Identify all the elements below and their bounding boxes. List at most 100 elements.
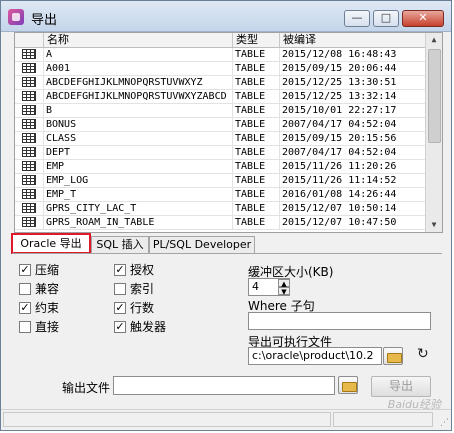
export-button[interactable]: 导出: [371, 376, 431, 397]
table-row[interactable]: ABCDEFGHIJKLMNOPQRSTUVWXYZ TABLE 2015/12/2…: [15, 76, 426, 90]
row-type-cell[interactable]: TABLE: [233, 146, 280, 159]
table-row[interactable]: A001 TABLE 2015/09/15 20:06:44: [15, 62, 426, 76]
row-compiled-cell[interactable]: 2015/11/26 11:14:52: [280, 174, 426, 187]
table-row[interactable]: ABCDEFGHIJKLMNOPQRSTUVWXYZABCD TABLE 2015/…: [15, 90, 426, 104]
table-row[interactable]: EMP_LOG TABLE 2015/11/26 11:14:52: [15, 174, 426, 188]
row-name-cell[interactable]: ABCDEFGHIJKLMNOPQRSTUVWXYZABCD: [44, 90, 233, 103]
export-executable-input[interactable]: c:\oracle\product\10.2: [248, 347, 382, 365]
row-compiled-cell[interactable]: 2015/12/07 10:47:50: [280, 216, 426, 229]
column-header-type[interactable]: 类型: [233, 33, 280, 47]
scroll-thumb[interactable]: [428, 49, 441, 143]
row-type-cell[interactable]: TABLE: [233, 104, 280, 117]
table-row[interactable]: DEPT TABLE 2007/04/17 04:52:04: [15, 146, 426, 160]
row-compiled-cell[interactable]: 2015/12/25 13:30:51: [280, 76, 426, 89]
grants-check-icon[interactable]: ✓: [114, 264, 126, 276]
spin-up-icon[interactable]: ▲: [278, 279, 290, 288]
table-icon: [22, 203, 36, 213]
row-icon-cell: [15, 188, 44, 201]
indexes-check-icon[interactable]: [114, 283, 126, 295]
table-row[interactable]: BONUS TABLE 2007/04/17 04:52:04: [15, 118, 426, 132]
table-row[interactable]: EMP_T TABLE 2016/01/08 14:26:44: [15, 188, 426, 202]
row-type-cell[interactable]: TABLE: [233, 90, 280, 103]
compatible-label: 兼容: [35, 282, 60, 296]
close-button[interactable]: ✕: [402, 10, 444, 27]
tab-plsql-developer[interactable]: PL/SQL Developer: [149, 236, 255, 253]
row-type-cell[interactable]: TABLE: [233, 216, 280, 229]
row-compiled-cell[interactable]: 2015/09/15 20:06:44: [280, 62, 426, 75]
table-row[interactable]: GPRS_ROAM_IN_TABLE TABLE 2015/12/07 10:47:…: [15, 216, 426, 230]
row-compiled-cell[interactable]: 2015/10/01 22:27:17: [280, 104, 426, 117]
row-name-cell[interactable]: B: [44, 104, 233, 117]
row-name-cell[interactable]: BONUS: [44, 118, 233, 131]
minimize-button[interactable]: —: [344, 10, 370, 27]
row-type-cell[interactable]: TABLE: [233, 188, 280, 201]
row-type-cell[interactable]: TABLE: [233, 48, 280, 61]
constraints-check-icon[interactable]: ✓: [19, 302, 31, 314]
row-icon-cell: [15, 90, 44, 103]
row-name-cell[interactable]: EMP_T: [44, 188, 233, 201]
compatible-check-icon[interactable]: [19, 283, 31, 295]
constraints-label: 约束: [35, 301, 60, 315]
grid-vertical-scrollbar[interactable]: ▲ ▼: [425, 33, 442, 232]
row-icon-cell: [15, 216, 44, 229]
row-compiled-cell[interactable]: 2015/09/15 20:15:56: [280, 132, 426, 145]
row-compiled-cell[interactable]: 2015/12/25 13:32:14: [280, 90, 426, 103]
column-header-compiled[interactable]: 被编译: [280, 33, 426, 47]
row-icon-cell: [15, 160, 44, 173]
row-compiled-cell[interactable]: 2015/12/07 10:50:14: [280, 202, 426, 215]
tab-sql-insert[interactable]: SQL 插入: [91, 236, 149, 253]
browse-output-folder-icon[interactable]: [338, 376, 358, 394]
row-name-cell[interactable]: GPRS_CITY_LAC_T: [44, 202, 233, 215]
table-row[interactable]: A TABLE 2015/12/08 16:48:43: [15, 48, 426, 62]
direct-check-icon[interactable]: [19, 321, 31, 333]
scroll-up-icon[interactable]: ▲: [426, 33, 442, 47]
rows-check-icon[interactable]: ✓: [114, 302, 126, 314]
table-row[interactable]: GPRS_CITY_LAC_T TABLE 2015/12/07 10:50:14: [15, 202, 426, 216]
row-type-cell[interactable]: TABLE: [233, 76, 280, 89]
row-type-cell[interactable]: TABLE: [233, 160, 280, 173]
row-name-cell[interactable]: A001: [44, 62, 233, 75]
export-window: 导出 — □ ✕ 名称 类型 被编译 A TABLE 2015/12/08 16:4…: [0, 0, 452, 431]
table-row[interactable]: EMP TABLE 2015/11/26 11:20:26: [15, 160, 426, 174]
row-icon-cell: [15, 132, 44, 145]
grid-header-icon-col: [15, 33, 44, 47]
row-compiled-cell[interactable]: 2016/01/08 14:26:44: [280, 188, 426, 201]
row-compiled-cell[interactable]: 2007/04/17 04:52:04: [280, 146, 426, 159]
compress-check-icon[interactable]: ✓: [19, 264, 31, 276]
table-icon: [22, 119, 36, 129]
row-type-cell[interactable]: TABLE: [233, 132, 280, 145]
maximize-button[interactable]: □: [373, 10, 399, 27]
resize-grip-icon[interactable]: ⋰: [440, 418, 449, 428]
table-row[interactable]: B TABLE 2015/10/01 22:27:17: [15, 104, 426, 118]
row-compiled-cell[interactable]: 2015/11/26 11:20:26: [280, 160, 426, 173]
row-compiled-cell[interactable]: 2007/04/17 04:52:04: [280, 118, 426, 131]
row-name-cell[interactable]: DEPT: [44, 146, 233, 159]
refresh-icon[interactable]: ↻: [417, 346, 429, 362]
browse-executable-folder-icon[interactable]: [383, 347, 403, 365]
row-name-cell[interactable]: EMP: [44, 160, 233, 173]
row-name-cell[interactable]: ABCDEFGHIJKLMNOPQRSTUVWXYZ: [44, 76, 233, 89]
row-name-cell[interactable]: CLASS: [44, 132, 233, 145]
table-icon: [22, 105, 36, 115]
row-name-cell[interactable]: A: [44, 48, 233, 61]
row-type-cell[interactable]: TABLE: [233, 174, 280, 187]
triggers-check-icon[interactable]: ✓: [114, 321, 126, 333]
row-icon-cell: [15, 48, 44, 61]
table-icon: [22, 217, 36, 227]
output-file-input[interactable]: [113, 376, 335, 395]
row-name-cell[interactable]: EMP_LOG: [44, 174, 233, 187]
row-compiled-cell[interactable]: 2015/12/08 16:48:43: [280, 48, 426, 61]
tab-oracle-export[interactable]: Oracle 导出: [11, 233, 91, 254]
object-grid[interactable]: 名称 类型 被编译 A TABLE 2015/12/08 16:48:43 A001 T…: [14, 32, 443, 233]
row-icon-cell: [15, 174, 44, 187]
spin-down-icon[interactable]: ▼: [278, 287, 290, 296]
row-type-cell[interactable]: TABLE: [233, 118, 280, 131]
column-header-name[interactable]: 名称: [44, 33, 233, 47]
where-clause-input[interactable]: [248, 312, 431, 330]
row-type-cell[interactable]: TABLE: [233, 202, 280, 215]
table-row[interactable]: CLASS TABLE 2015/09/15 20:15:56: [15, 132, 426, 146]
title-bar[interactable]: 导出 — □ ✕: [1, 1, 451, 32]
scroll-down-icon[interactable]: ▼: [426, 218, 442, 232]
row-name-cell[interactable]: GPRS_ROAM_IN_TABLE: [44, 216, 233, 229]
row-type-cell[interactable]: TABLE: [233, 62, 280, 75]
